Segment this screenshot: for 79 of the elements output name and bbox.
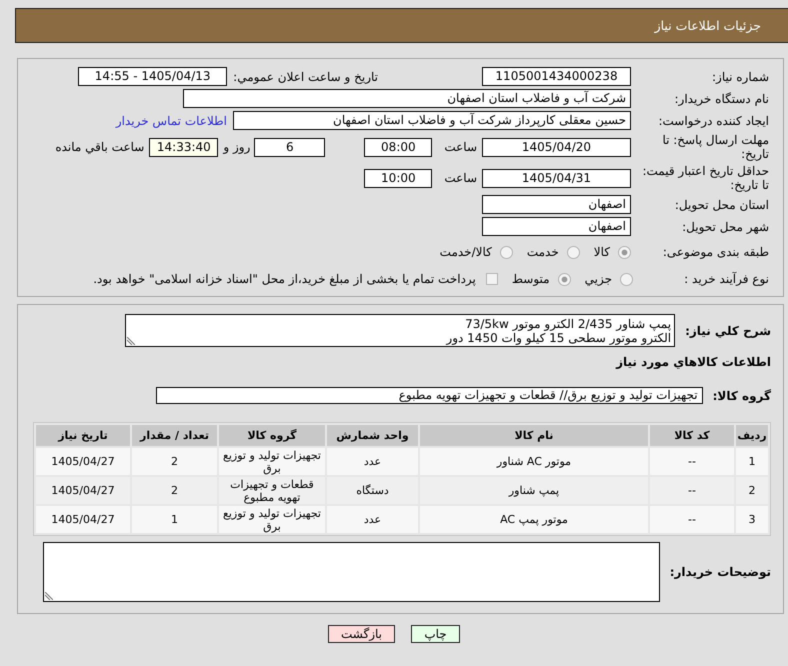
table-cell: عدد <box>327 506 418 533</box>
table-header-cell: نام کالا <box>420 425 648 446</box>
resize-grip-icon[interactable] <box>44 592 53 600</box>
back-button[interactable]: بازگشت <box>328 625 395 643</box>
page-title: جزئیات اطلاعات نیاز <box>654 18 761 33</box>
field-label: استان محل تحویل: <box>674 198 769 212</box>
field-label: ساعت <box>444 171 477 185</box>
table-header-cell: تاریخ نیاز <box>36 425 130 446</box>
field-label: شهر محل تحویل: <box>681 220 769 234</box>
table-cell: 2 <box>132 448 217 475</box>
table-cell: عدد <box>327 448 418 475</box>
table-cell: -- <box>650 448 734 475</box>
checkbox-label: پرداخت تمام یا بخشی از مبلغ خرید،از محل "اسناد خزانه اسلامی" خواهد بود. <box>93 272 476 286</box>
validity-time-field[interactable]: 10:00 <box>364 168 432 188</box>
table-cell: 3 <box>736 506 768 533</box>
table-header-cell: تعداد / مقدار <box>132 425 217 446</box>
notes-textarea[interactable] <box>42 542 660 602</box>
radio-label: متوسط <box>512 272 550 286</box>
days-field[interactable]: 6 <box>254 138 326 156</box>
product-group-field[interactable]: تجهیزات تولید و توزیع برق// قطعات و تجهیزات تهویه مطبوع <box>156 387 703 404</box>
radio-button[interactable] <box>558 272 571 286</box>
table-cell: پمپ شناور <box>420 477 648 504</box>
resize-grip-icon[interactable] <box>127 337 136 345</box>
field-label: ایجاد کننده درخواست: <box>657 114 769 128</box>
table-cell: 1405/04/27 <box>36 477 130 504</box>
field-label: طبقه بندی موضوعی: <box>662 245 769 259</box>
city-field[interactable]: اصفهان <box>482 217 631 236</box>
table-cell: -- <box>650 477 734 504</box>
buyer-name-field[interactable]: شرکت آب و فاضلاب استان اصفهان <box>183 89 631 108</box>
field-label: گروه کالا: <box>712 388 771 402</box>
table-cell: تجهیزات تولید و توزیع برق <box>219 448 325 475</box>
table-cell: 1405/04/27 <box>36 448 130 475</box>
requester-field[interactable]: حسین معقلی کارپرداز شرکت آب و فاضلاب استان اصفهان <box>233 111 631 130</box>
province-field[interactable]: اصفهان <box>482 195 631 214</box>
field-label: شرح کلي نیاز: <box>685 324 771 338</box>
table-cell: 1 <box>132 506 217 533</box>
need-number-field[interactable]: 1105001434000238 <box>482 67 631 86</box>
contact-info-link[interactable]: اطلاعات تماس خریدار <box>116 114 227 128</box>
table-cell: موتور پمپ AC <box>420 506 648 533</box>
table-cell: تجهیزات تولید و توزیع برق <box>219 506 325 533</box>
table-cell: موتور AC شناور <box>420 448 648 475</box>
table-cell: دستگاه <box>327 477 418 504</box>
table-cell: 1 <box>736 448 768 475</box>
table-cell: 2 <box>736 477 768 504</box>
field-label: روز و <box>223 140 250 154</box>
summary-textarea[interactable]: پمپ شناور 2/435 الکترو موتور 73/5kw الکترو موتور سطحی 15 کیلو وات 1450 دور <box>125 314 676 347</box>
field-label: توضیحات خریدار: <box>670 565 771 579</box>
radio-label: کالا/خدمت <box>440 245 492 259</box>
field-label: ساعت باقي مانده <box>55 140 144 154</box>
table-header-cell: کد کالا <box>650 425 734 446</box>
radio-button[interactable] <box>620 272 633 286</box>
print-button[interactable]: چاپ <box>411 625 460 643</box>
table-cell: -- <box>650 506 734 533</box>
deadline-date-field[interactable]: 1405/04/20 <box>482 138 631 156</box>
announcement-date-field[interactable]: 1405/04/13 - 14:55 <box>78 67 228 86</box>
field-label: ساعت <box>444 140 477 154</box>
table-cell: 1405/04/27 <box>36 506 130 533</box>
field-label: حداقل تاریخ اعتبار قیمت: تا تاریخ: <box>641 164 769 192</box>
remaining-time-field[interactable]: 14:33:40 <box>149 138 218 156</box>
table-header-cell: واحد شمارش <box>327 425 418 446</box>
radio-label: خدمت <box>526 245 559 259</box>
radio-button[interactable] <box>618 246 631 258</box>
field-label: نام دستگاه خریدار: <box>674 92 769 106</box>
table-cell: 2 <box>132 477 217 504</box>
field-label: مهلت ارسال پاسخ: تا تاریخ: <box>661 133 769 161</box>
radio-label: کالا <box>594 245 610 259</box>
radio-button[interactable] <box>500 246 513 258</box>
table-cell: قطعات و تجهیزات تهویه مطبوع <box>219 477 325 504</box>
validity-date-field[interactable]: 1405/04/31 <box>482 168 631 188</box>
checkbox[interactable] <box>486 273 498 285</box>
section-heading: اطلاعات کالاهاي مورد نیاز <box>616 355 771 369</box>
table-header-cell: ردیف <box>736 425 768 446</box>
field-label: تاریخ و ساعت اعلان عمومي: <box>233 70 378 84</box>
radio-label: جزيي <box>584 272 612 286</box>
radio-button[interactable] <box>566 246 580 258</box>
deadline-time-field[interactable]: 08:00 <box>364 138 432 156</box>
field-label: شماره نیاز: <box>711 70 769 84</box>
table-header-cell: گروه کالا <box>219 425 325 446</box>
field-label: نوع فرآیند خرید : <box>683 272 769 286</box>
